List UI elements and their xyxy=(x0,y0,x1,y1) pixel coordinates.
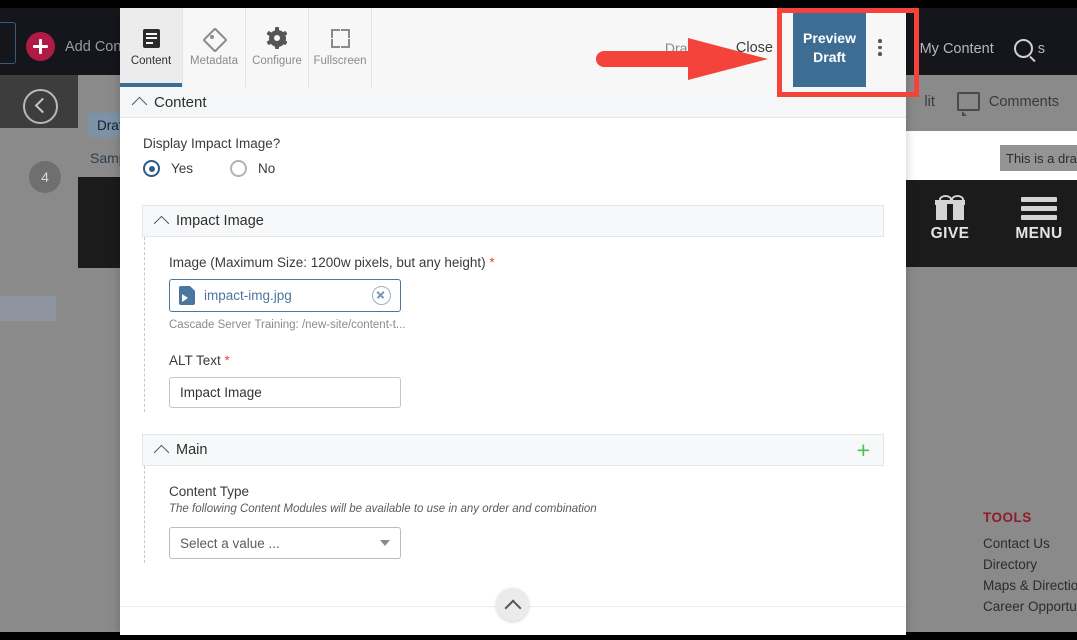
image-file-path: Cascade Server Training: /new-site/conte… xyxy=(169,319,406,331)
preview-draft-line2: Draft xyxy=(813,48,846,65)
radio-yes-indicator xyxy=(143,160,160,177)
screen-border-top xyxy=(0,0,1077,8)
topbar-right-group: My Content s xyxy=(920,39,1045,58)
draft-banner-text: This is a draf xyxy=(1006,150,1077,166)
tab-metadata-label: Metadata xyxy=(190,55,238,67)
my-content-link[interactable]: My Content xyxy=(920,41,994,57)
image-chooser-chip[interactable]: impact-img.jpg xyxy=(169,279,401,312)
tools-link[interactable]: Directory xyxy=(983,554,1077,575)
plus-circle-icon xyxy=(26,32,55,61)
tab-configure[interactable]: Configure xyxy=(246,8,309,87)
site-tools-block: TOOLS Contact Us Directory Maps & Direct… xyxy=(983,510,1077,617)
content-type-select[interactable]: Select a value ... xyxy=(169,527,401,559)
tab-content-label: Content xyxy=(130,55,172,67)
content-section-title: Content xyxy=(154,93,207,111)
alt-text-label: ALT Text * xyxy=(169,353,884,368)
hamburger-icon xyxy=(1021,197,1057,220)
chevron-up-circle-icon[interactable] xyxy=(496,588,529,621)
impact-image-panel: Impact Image Image (Maximum Size: 1200w … xyxy=(142,205,884,412)
impact-image-panel-header[interactable]: Impact Image xyxy=(142,205,884,237)
content-type-select-value: Select a value ... xyxy=(180,535,280,551)
tab-configure-label: Configure xyxy=(252,55,302,67)
comments-tab[interactable]: Comments xyxy=(956,92,1059,116)
tab-metadata[interactable]: Metadata xyxy=(183,8,246,87)
search-icon xyxy=(1013,39,1033,58)
more-vertical-icon[interactable] xyxy=(866,8,894,87)
tab-fullscreen-label: Fullscreen xyxy=(313,55,367,67)
chevron-down-icon xyxy=(380,540,390,546)
content-section-header[interactable]: Content xyxy=(120,87,906,118)
tab-fullscreen[interactable]: Fullscreen xyxy=(309,8,372,87)
plus-icon[interactable]: + xyxy=(857,438,870,462)
alt-text-input[interactable]: Impact Image xyxy=(169,377,401,408)
display-impact-image-question: Display Impact Image? xyxy=(143,136,281,151)
rail-selected-block xyxy=(0,296,56,321)
display-impact-image-radiogroup: Yes No xyxy=(143,160,906,177)
draft-status-text: Draft sa xyxy=(664,39,714,56)
required-marker: * xyxy=(224,353,230,368)
alt-text-label-text: ALT Text xyxy=(169,353,221,368)
document-lines-icon xyxy=(142,28,160,48)
main-panel-body: Content Type The following Content Modul… xyxy=(144,466,884,563)
chevron-left-circle-icon[interactable] xyxy=(23,89,58,124)
required-marker: * xyxy=(489,255,495,270)
tools-link[interactable]: Maps & Direction xyxy=(983,575,1077,596)
tab-content[interactable]: Content xyxy=(120,8,183,87)
site-nav-menu[interactable]: MENU xyxy=(1008,197,1070,243)
comments-label: Comments xyxy=(988,93,1059,110)
radio-yes[interactable]: Yes xyxy=(143,160,193,177)
alt-text-value: Impact Image xyxy=(180,385,262,400)
gear-icon xyxy=(266,27,288,49)
impact-image-panel-body: Image (Maximum Size: 1200w pixels, but a… xyxy=(144,237,884,412)
main-panel: Main + Content Type The following Conten… xyxy=(142,434,884,563)
chevron-up-icon xyxy=(153,215,170,231)
draft-banner: This is a draf xyxy=(1000,145,1077,171)
tools-link[interactable]: Contact Us xyxy=(983,533,1077,554)
tag-icon xyxy=(202,26,228,53)
site-nav-give-label: GIVE xyxy=(930,225,970,242)
topbar-left-edge-control[interactable] xyxy=(0,22,16,64)
radio-no-label: No xyxy=(258,161,276,176)
edit-tab[interactable]: lit xyxy=(924,94,934,110)
tools-link[interactable]: Career Opportuni xyxy=(983,596,1077,617)
fullscreen-icon xyxy=(330,28,350,48)
content-type-help: The following Content Modules will be av… xyxy=(169,503,597,515)
modal-body: Content Display Impact Image? Yes No Imp… xyxy=(120,87,906,635)
gift-icon xyxy=(935,195,965,220)
radio-yes-label: Yes xyxy=(171,161,194,176)
rail-badge-count: 4 xyxy=(29,161,61,193)
preview-draft-line1: Preview xyxy=(803,29,856,46)
image-field-label: Image (Maximum Size: 1200w pixels, but a… xyxy=(169,255,884,270)
site-nav-give[interactable]: GIVE xyxy=(927,195,973,243)
modal-tabbar: Content Metadata Configure Fullscreen Dr… xyxy=(120,8,906,88)
radio-no[interactable]: No xyxy=(230,160,275,177)
global-search[interactable]: s xyxy=(1013,39,1045,58)
main-panel-header[interactable]: Main + xyxy=(142,434,884,466)
left-rail xyxy=(0,75,78,640)
comment-bubble-icon xyxy=(956,92,980,116)
edit-content-modal: Content Metadata Configure Fullscreen Dr… xyxy=(120,8,906,635)
main-panel-title: Main xyxy=(176,442,208,458)
clear-circle-icon[interactable] xyxy=(372,286,391,305)
close-button[interactable]: Close xyxy=(736,40,793,56)
content-type-label: Content Type xyxy=(169,484,250,499)
search-ghost-text: s xyxy=(1037,40,1045,57)
preview-draft-button[interactable]: Preview Draft xyxy=(793,8,866,87)
radio-no-indicator xyxy=(230,160,248,177)
tools-heading: TOOLS xyxy=(983,510,1032,525)
image-field-label-text: Image (Maximum Size: 1200w pixels, but a… xyxy=(169,255,486,270)
image-file-icon xyxy=(179,286,195,305)
chevron-up-icon xyxy=(153,444,170,460)
chevron-up-icon xyxy=(131,96,148,112)
impact-image-panel-title: Impact Image xyxy=(176,213,264,229)
site-nav-menu-label: MENU xyxy=(1015,225,1063,242)
image-file-name: impact-img.jpg xyxy=(204,288,292,303)
